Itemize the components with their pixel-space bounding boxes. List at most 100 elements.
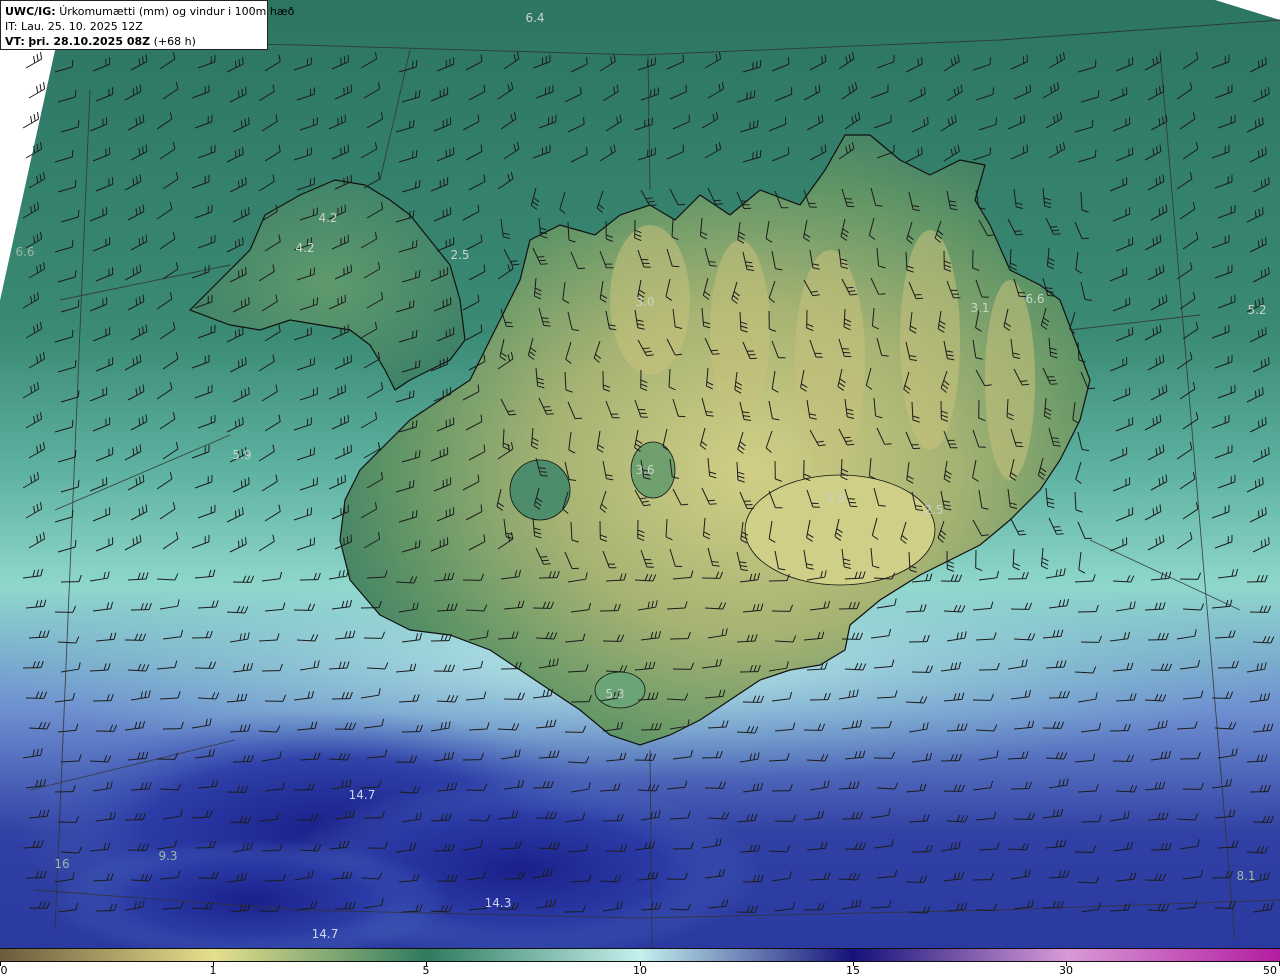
wind-barb-feather	[1254, 480, 1257, 488]
wind-barb-feather	[752, 62, 754, 70]
wind-barb-feather	[1050, 226, 1058, 228]
colorbar-tick-label: 10	[633, 964, 647, 977]
wind-barb-feather	[884, 443, 892, 445]
wind-barb-feather	[1268, 357, 1270, 365]
wind-barb-feather	[238, 328, 241, 336]
wind-barb-feather	[917, 58, 920, 66]
wind-barb-feather	[418, 180, 421, 188]
wind-barb-feather	[712, 564, 720, 567]
wind-barb-feather	[77, 300, 80, 308]
wind-barb-feather	[1047, 294, 1055, 297]
wind-barb-feather	[234, 150, 237, 158]
wind-barb-feather	[1268, 447, 1270, 455]
wind-barb-feather	[921, 147, 923, 155]
wind-barb-feather	[237, 360, 240, 368]
map-value-label: 2.8	[826, 491, 846, 505]
wind-barb-feather	[1258, 388, 1261, 396]
wind-barb-feather	[412, 120, 415, 128]
wind-barb-feather	[408, 211, 411, 219]
wind-barb-feather	[242, 237, 244, 245]
wind-barb-feather	[706, 414, 714, 417]
wind-barb-feather	[238, 148, 241, 156]
wind-barb-feather	[749, 122, 751, 130]
wind-barb-feather	[1268, 87, 1270, 95]
wind-barb-feather	[1254, 120, 1257, 128]
wind-barb-feather	[1261, 328, 1264, 336]
wind-barb-feather	[1097, 90, 1100, 98]
wind-barb-feather	[77, 390, 80, 398]
wind-barb-feather	[546, 413, 554, 415]
wind-barb-feather	[248, 117, 250, 125]
wind-barb-feather	[1091, 120, 1094, 128]
wind-barb-feather	[415, 420, 418, 428]
wind-barb-feather	[244, 388, 247, 396]
wind-barb-feather	[1258, 208, 1261, 216]
wind-barb-feather	[240, 390, 243, 398]
wind-barb-feather	[709, 264, 717, 267]
wind-barb-feather	[234, 330, 237, 338]
wind-barb-feather	[1261, 238, 1264, 246]
wind-barb-feather	[74, 90, 77, 98]
wind-barb-feather	[1046, 291, 1054, 293]
wind-barb-feather	[1260, 270, 1263, 278]
wind-barb-feather	[418, 270, 421, 278]
wind-barb-feather	[234, 420, 237, 428]
wind-barb-feather	[1054, 529, 1062, 532]
wind-barb-feather	[238, 508, 241, 516]
wind-barb-feather	[245, 267, 247, 275]
wind-barb-feather	[543, 324, 551, 327]
wind-barb-feather	[756, 120, 759, 128]
map-value-label: 14.7	[311, 927, 339, 941]
wind-barb-feather	[244, 298, 247, 306]
wind-barb-feather	[752, 152, 754, 160]
wind-barb-feather	[244, 208, 247, 216]
wind-barb-feather	[408, 481, 411, 489]
wind-barb-feather	[71, 510, 74, 518]
wind-barb-feather	[1261, 508, 1264, 516]
wind-barb-feather	[1094, 60, 1097, 68]
map-value-label: 3.1	[970, 301, 990, 315]
wind-barb-feather	[1257, 330, 1260, 338]
wind-barb-feather	[1268, 537, 1270, 545]
wind-barb-feather	[1053, 526, 1061, 528]
wind-barb-feather	[1094, 150, 1097, 158]
wind-barb-feather	[418, 540, 421, 548]
wind-barb-feather	[234, 60, 237, 68]
wind-barb-feather	[878, 293, 886, 295]
init-time: IT: Lau. 25. 10. 2025 12Z	[5, 20, 143, 33]
wind-barb-feather	[1260, 450, 1263, 458]
wind-barb-feather	[411, 61, 414, 69]
wind-barb-feather	[1268, 177, 1270, 185]
wind-barb-feather	[538, 259, 546, 262]
wind-barb-feather	[415, 240, 418, 248]
wind-barb-feather	[1260, 90, 1263, 98]
wind-barb-feather	[241, 538, 244, 546]
wind-barb-feather	[1056, 533, 1064, 535]
wind-barb-feather	[1264, 448, 1267, 456]
lead-time: (+68 h)	[153, 35, 196, 48]
wind-barb-feather	[240, 210, 243, 218]
wind-barb-feather	[1265, 57, 1267, 65]
wind-barb-feather	[74, 270, 77, 278]
map-value-label: 14.3	[484, 896, 512, 910]
wind-barb-feather	[1265, 147, 1267, 155]
map-value-label: 2.5	[450, 248, 470, 262]
wind-barb-feather	[1262, 387, 1264, 395]
wind-barb-feather	[414, 181, 417, 189]
precipitation-map[interactable]: 6.4 4.2 4.2 2.5 3.0 3.1 6.6 5.2 6.6 5.9 …	[0, 0, 1280, 948]
wind-barb-feather	[240, 480, 243, 488]
wind-barb-feather	[1265, 327, 1267, 335]
valid-time-line: VT: þri. 28.10.2025 08Z (+68 h)	[5, 34, 263, 49]
wind-barb-feather	[412, 210, 415, 218]
map-value-label: 9.3	[158, 849, 178, 863]
wind-barb-feather	[77, 480, 80, 488]
wind-barb-feather	[1262, 477, 1264, 485]
wind-barb-feather	[753, 90, 756, 98]
map-value-label: 4.2	[318, 211, 338, 225]
colorbar-strip	[0, 948, 1280, 962]
wind-barb-feather	[715, 203, 723, 205]
map-value-label: 14.7	[348, 788, 376, 802]
wind-barb-feather	[248, 387, 250, 395]
wind-barb-feather	[1257, 510, 1260, 518]
product-code: UWC/IG:	[5, 5, 56, 18]
